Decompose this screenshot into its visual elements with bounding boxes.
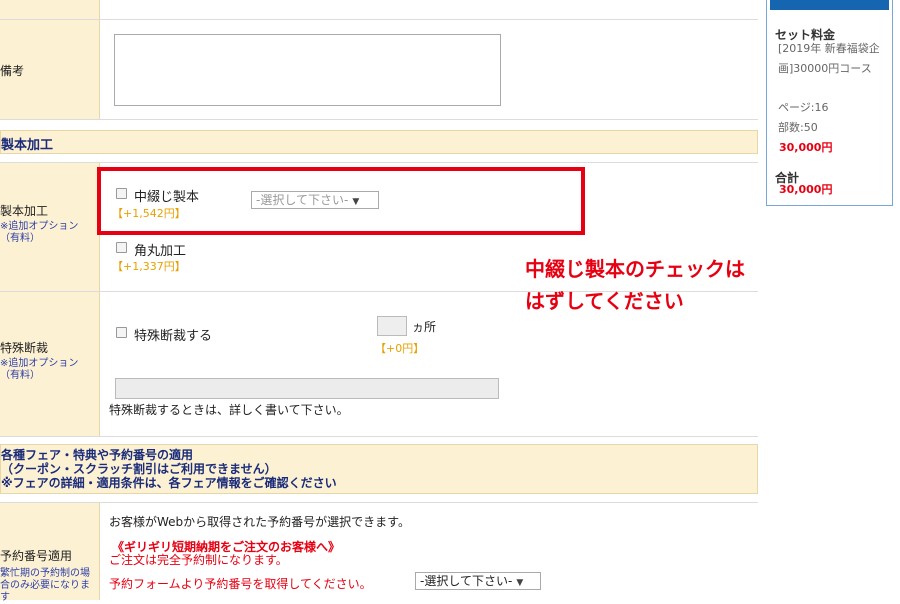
set-price-value: 30,000円 [779, 141, 833, 154]
annotation-line-2: はずしてください [525, 289, 684, 313]
special-cut-detail-input[interactable] [115, 378, 499, 399]
copy-count: 部数:50 [778, 121, 818, 134]
special-cut-unit: ヵ所 [412, 320, 437, 334]
fair-section-header: 各種フェア・特典や予約番号の適用 （クーポン・スクラッチ割引はご利用できません）… [0, 444, 758, 494]
binding-option-note: ※追加オプション（有料） [0, 221, 79, 244]
reservation-info: お客様がWebから取得された予約番号が選択できます。 [109, 515, 410, 529]
fair-section-line-2: （クーポン・スクラッチ割引はご利用できません） [1, 462, 277, 476]
reservation-select-value: -選択して下さい- [420, 574, 513, 588]
label-cell-top [0, 0, 100, 20]
binding-section-header: 製本加工 [0, 130, 758, 154]
special-cut-label: 特殊断裁 [0, 341, 49, 355]
remarks-label: 備考 [0, 64, 25, 78]
special-cut-price: 【+0円】 [375, 342, 425, 355]
row-divider [0, 19, 758, 20]
annotation-line-1: 中綴じ製本のチェックは [525, 257, 745, 281]
page-count: ページ:16 [778, 101, 829, 114]
binding-section-title: 製本加工 [1, 138, 54, 153]
total-value: 30,000円 [779, 183, 833, 196]
row-divider [0, 119, 758, 120]
special-cut-checkbox-label: 特殊断裁する [134, 329, 213, 344]
special-cut-hint: 特殊断裁するときは、詳しく書いて下さい。 [109, 403, 349, 417]
course-name: [2019年 新春福袋企画]30000円コース [778, 42, 880, 75]
special-cut-checkbox[interactable] [116, 327, 127, 338]
reservation-note: 繁忙期の予約制の場合のみ必要になります [0, 568, 90, 603]
fair-section-line-1: 各種フェア・特典や予約番号の適用 [1, 448, 194, 462]
row-divider [0, 436, 758, 437]
round-corner-price: 【+1,337円】 [112, 260, 186, 273]
highlight-box [97, 167, 585, 235]
reservation-label: 予約番号適用 [0, 549, 73, 563]
chevron-down-icon: ▼ [516, 578, 524, 588]
reservation-select[interactable]: -選択して下さい- ▼ [415, 572, 541, 590]
binding-label: 製本加工 [0, 204, 49, 218]
round-corner-label: 角丸加工 [134, 244, 187, 259]
special-cut-count-input[interactable] [377, 316, 407, 336]
fair-section-line-3: ※フェアの詳細・適用条件は、各フェア情報をご確認ください [1, 476, 337, 490]
remarks-textarea[interactable] [114, 34, 501, 106]
special-cut-option-note: ※追加オプション（有料） [0, 358, 79, 381]
round-corner-checkbox[interactable] [116, 242, 127, 253]
summary-header-bar [770, 0, 889, 10]
reservation-prompt: 予約フォームより予約番号を取得してください。 [109, 577, 372, 591]
rush-line: ご注文は完全予約制になります。 [109, 553, 288, 567]
